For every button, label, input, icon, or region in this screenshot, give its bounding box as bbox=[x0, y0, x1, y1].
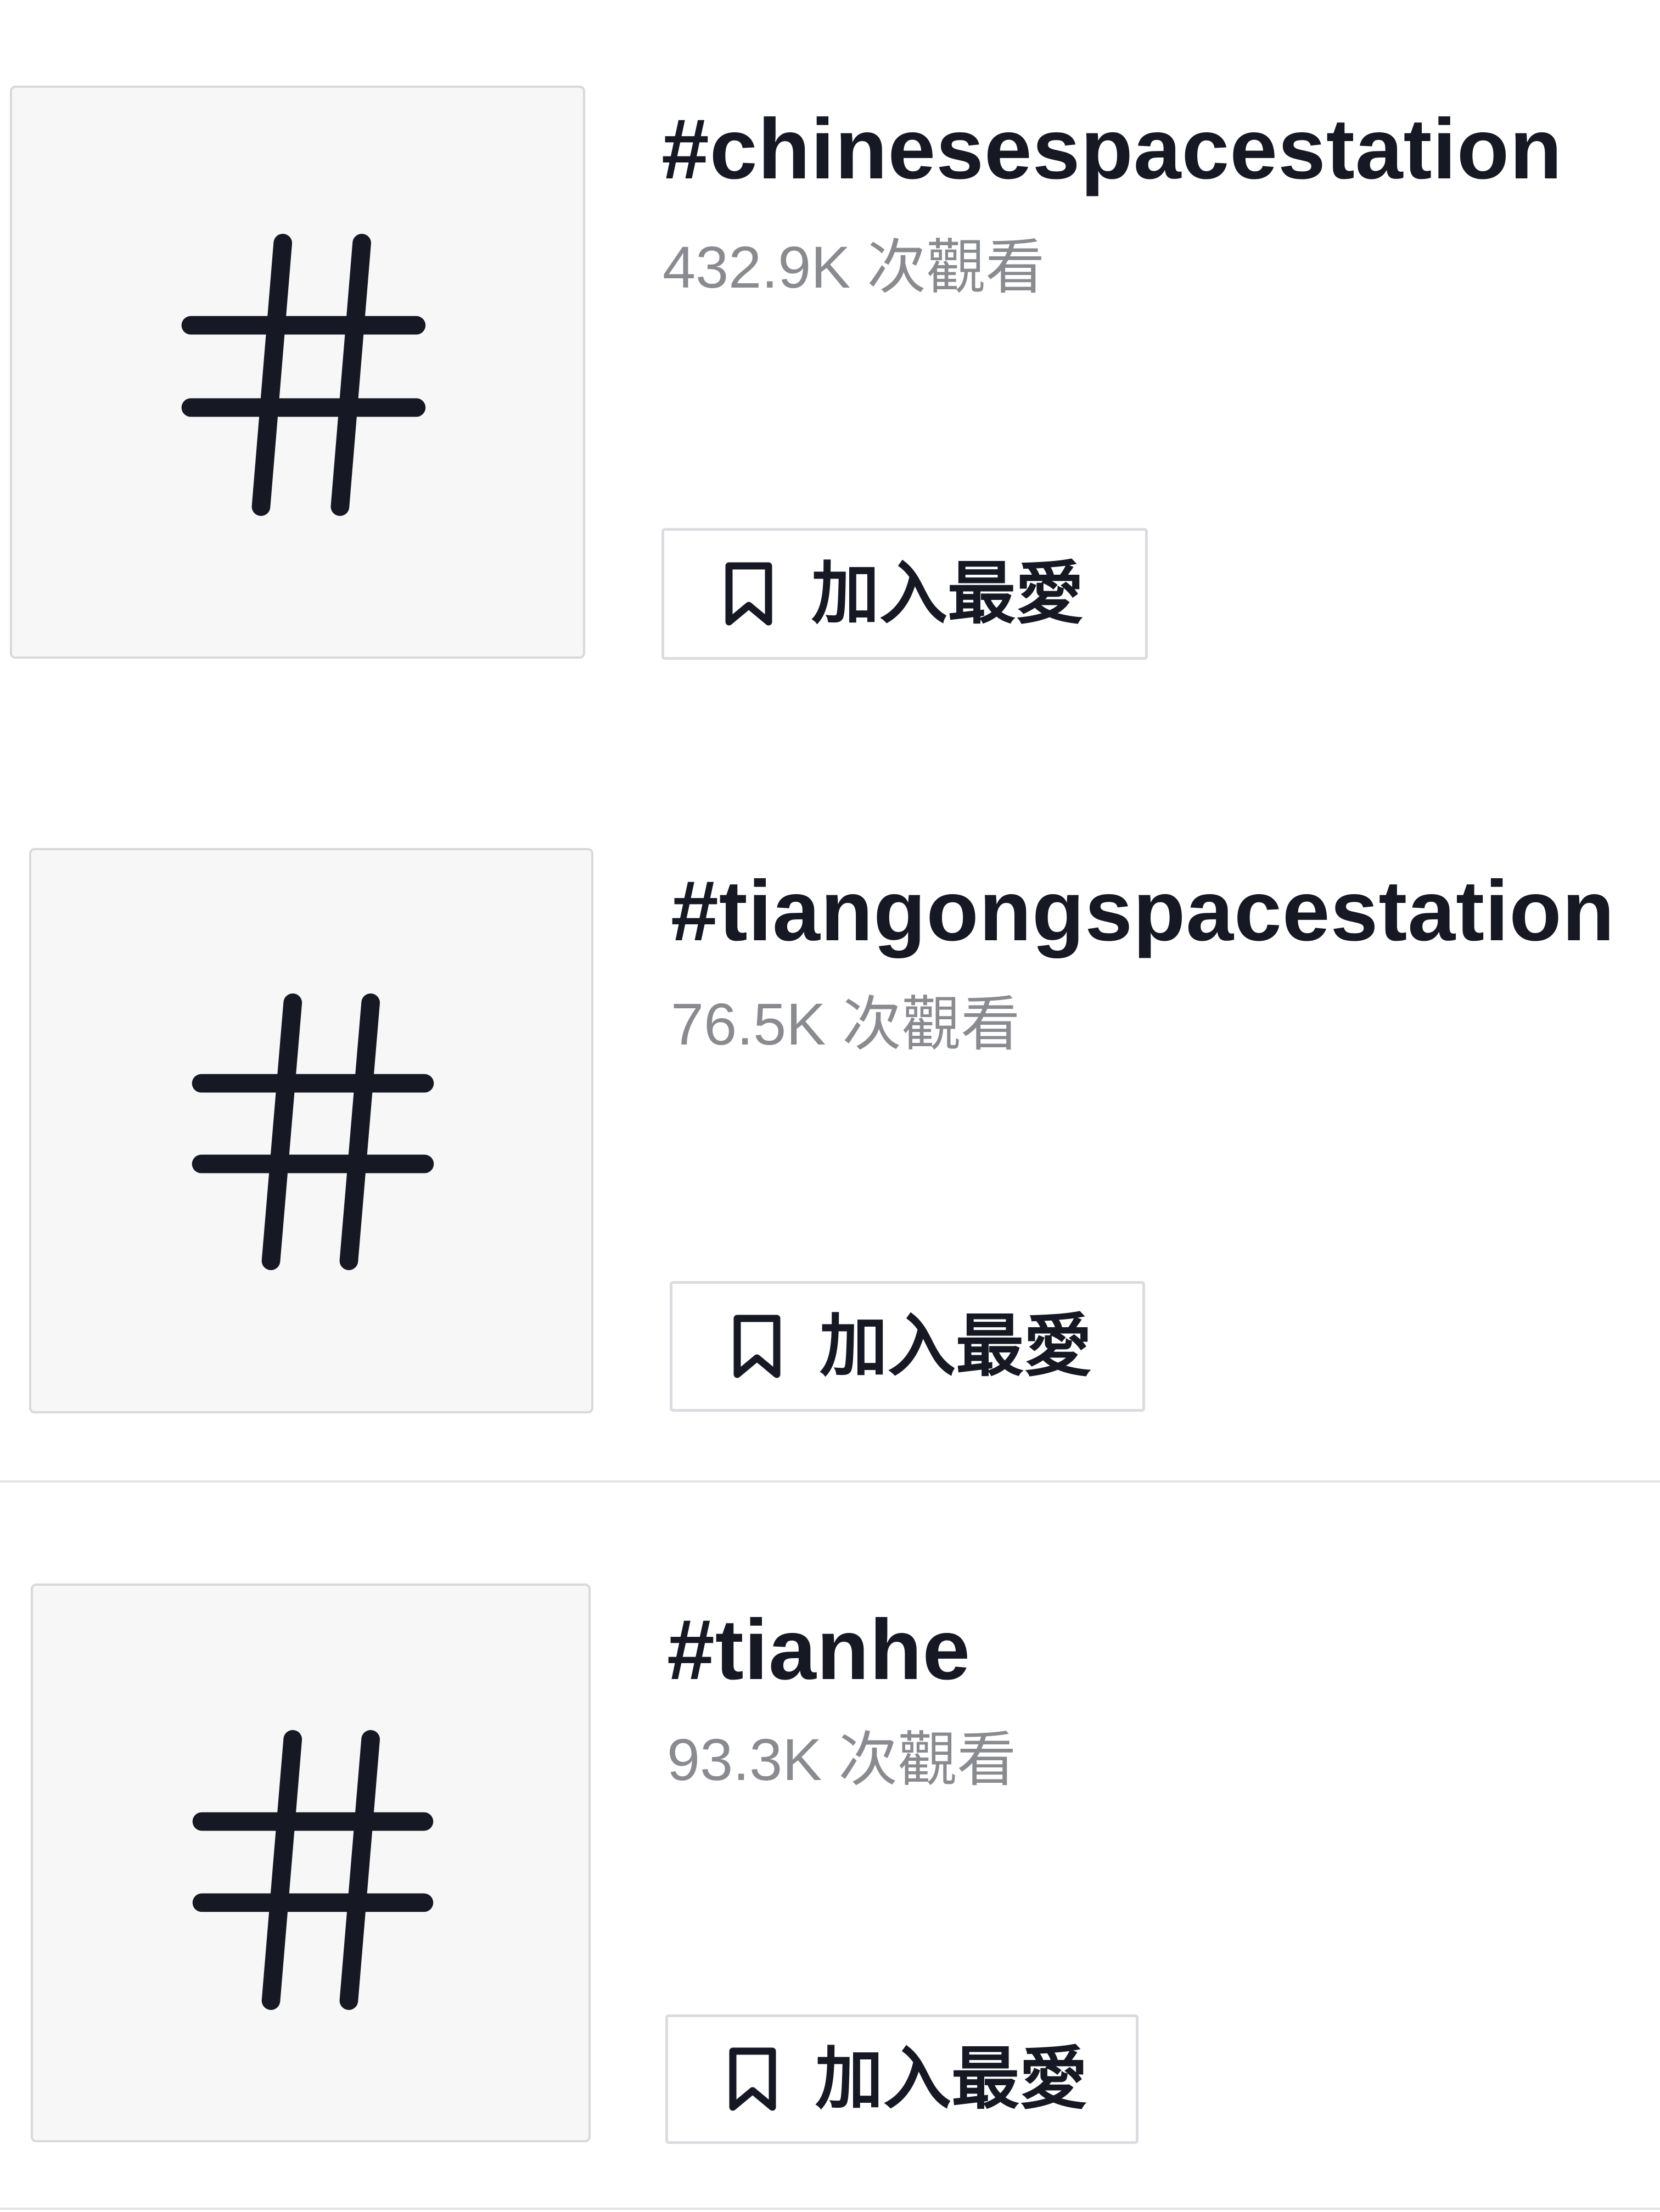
hashtag-title[interactable]: #chinesespacestation bbox=[661, 106, 1562, 192]
add-to-favorites-label: 加入最愛 bbox=[815, 2041, 1088, 2117]
add-to-favorites-label: 加入最愛 bbox=[820, 1309, 1092, 1384]
add-to-favorites-button[interactable]: 加入最愛 bbox=[665, 2014, 1139, 2144]
bookmark-icon bbox=[733, 1315, 781, 1378]
add-to-favorites-label: 加入最愛 bbox=[811, 556, 1084, 632]
hashtag-result-item[interactable]: #tiangongspacestation 76.5K 次觀看 加入最愛 bbox=[0, 714, 1660, 1482]
hashtag-title[interactable]: #tianhe bbox=[667, 1607, 971, 1693]
view-count: 76.5K 次觀看 bbox=[671, 991, 1020, 1057]
hashtag-title[interactable]: #tiangongspacestation bbox=[671, 868, 1615, 954]
hashtag-result-item[interactable]: #tianhe 93.3K 次觀看 加入最愛 bbox=[0, 1482, 1660, 2212]
hashtag-icon bbox=[192, 993, 434, 1271]
bookmark-icon bbox=[729, 2047, 776, 2111]
add-to-favorites-button[interactable]: 加入最愛 bbox=[661, 528, 1148, 660]
hashtag-thumbnail[interactable] bbox=[10, 86, 585, 659]
hashtag-thumbnail[interactable] bbox=[29, 848, 593, 1413]
bookmark-icon bbox=[725, 562, 772, 626]
hashtag-result-item[interactable]: #chinesespacestation 432.9K 次觀看 加入最愛 bbox=[0, 0, 1660, 714]
view-count: 93.3K 次觀看 bbox=[667, 1726, 1017, 1793]
hashtag-icon bbox=[181, 233, 426, 516]
list-divider bbox=[0, 2208, 1660, 2210]
hashtag-thumbnail[interactable] bbox=[31, 1584, 591, 2142]
hashtag-icon bbox=[192, 1730, 434, 2010]
hashtag-results-list: #chinesespacestation 432.9K 次觀看 加入最愛 #ti… bbox=[0, 0, 1660, 2212]
view-count: 432.9K 次觀看 bbox=[663, 234, 1045, 300]
add-to-favorites-button[interactable]: 加入最愛 bbox=[670, 1281, 1145, 1412]
